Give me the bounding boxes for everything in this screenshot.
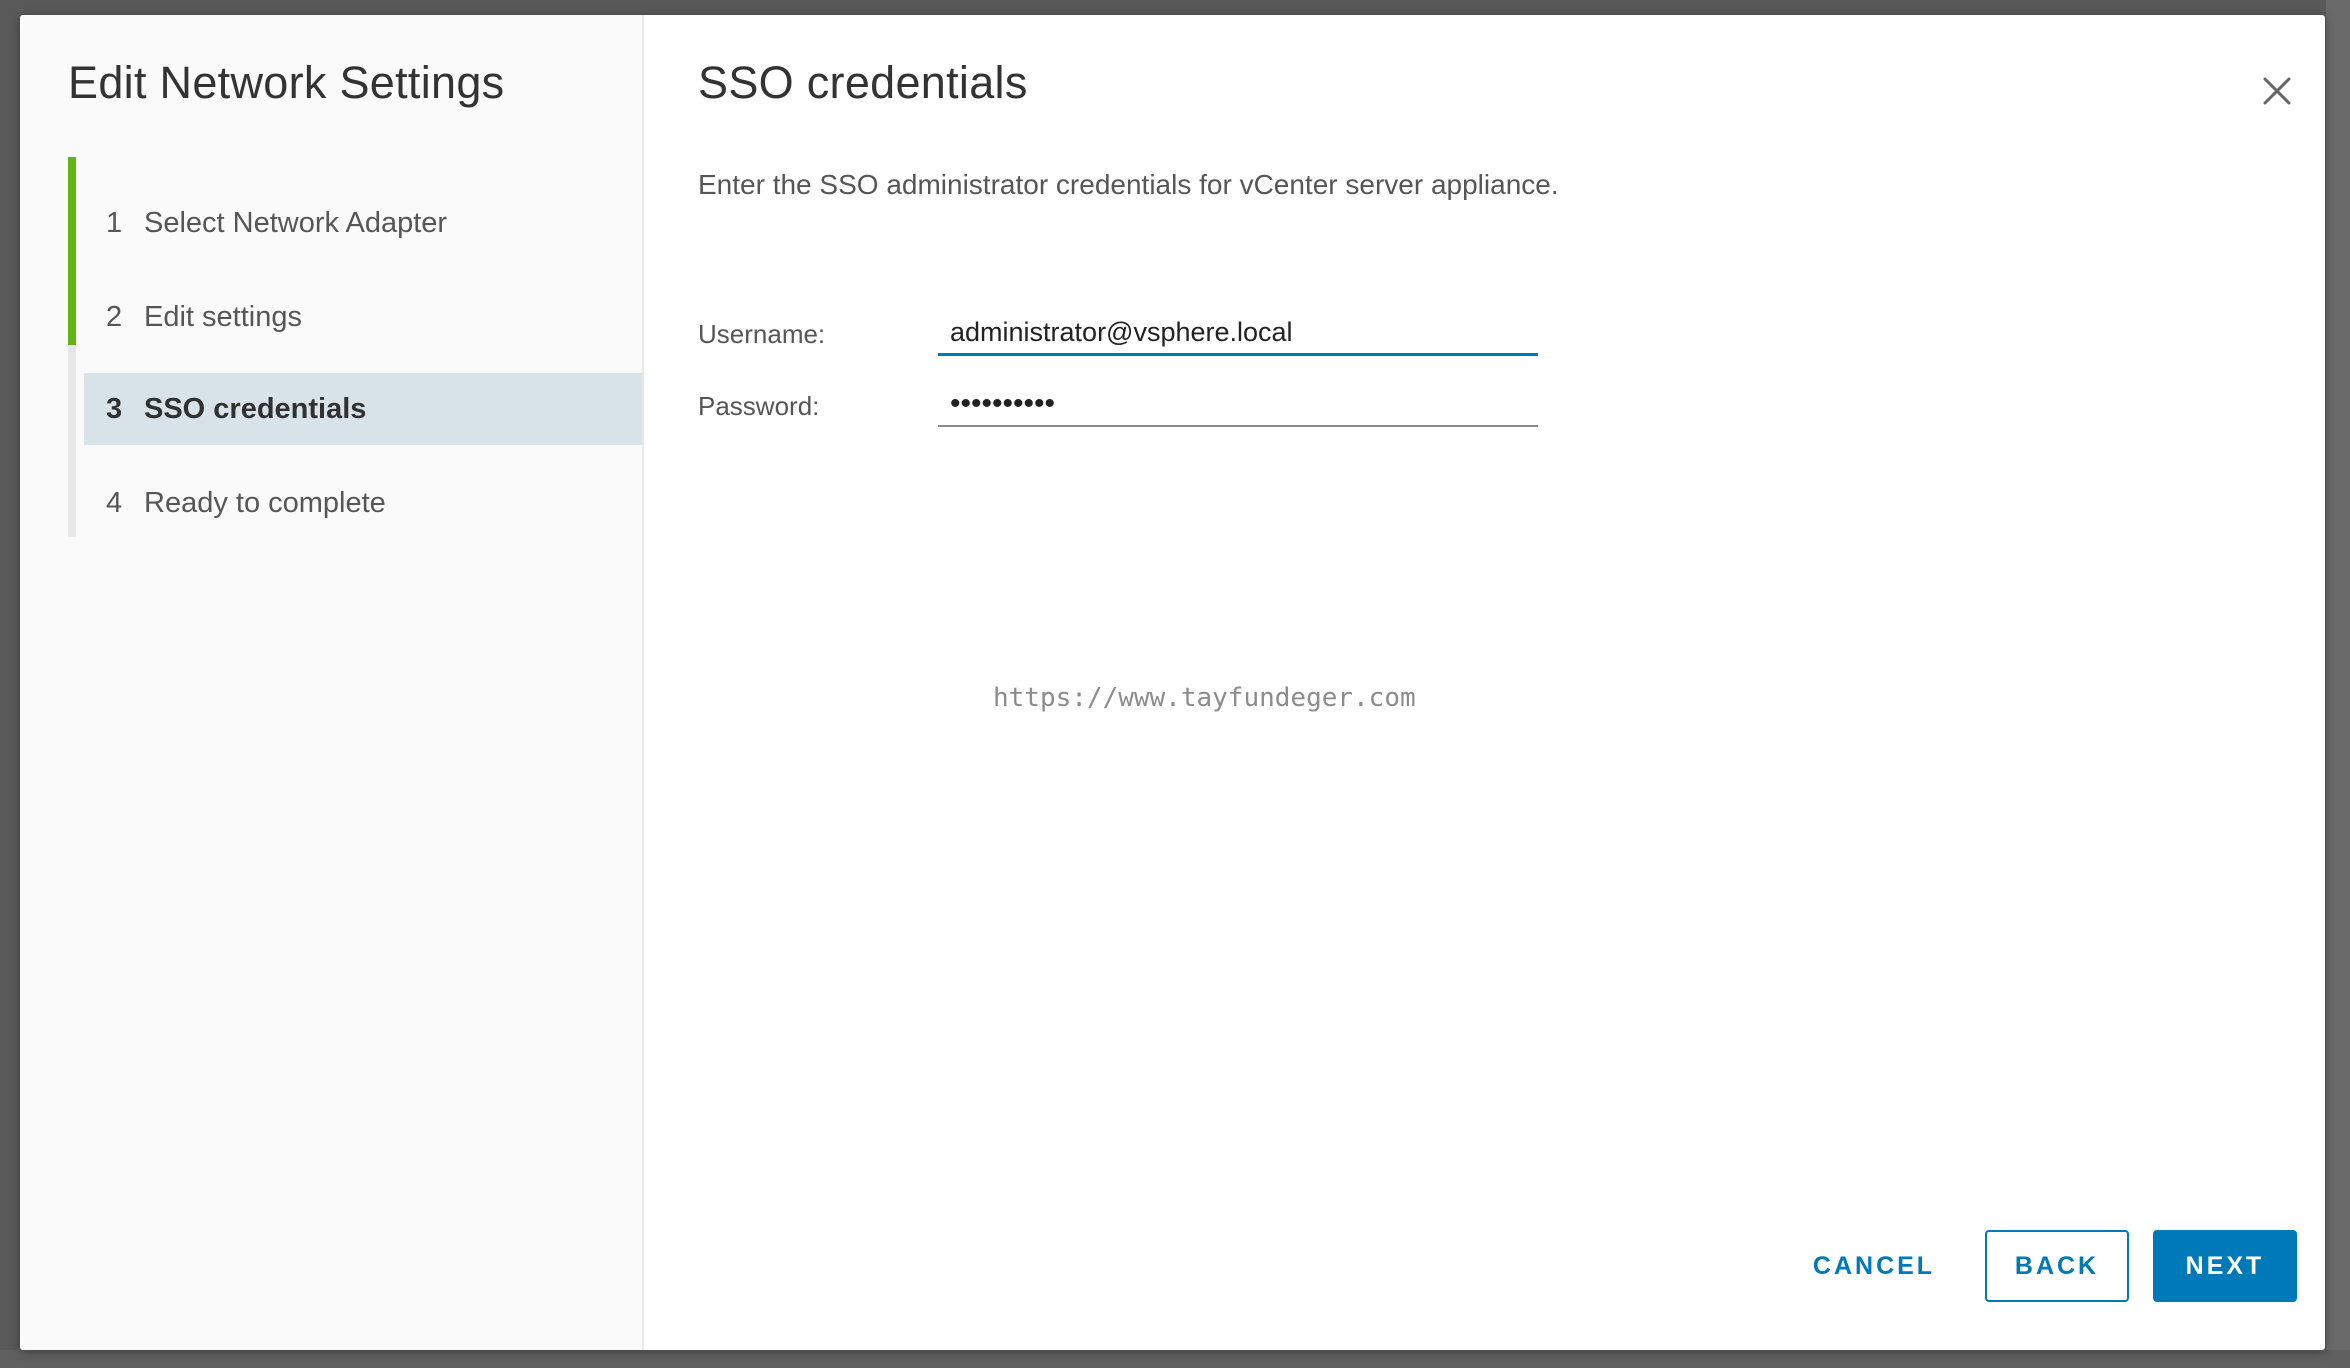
close-icon — [2263, 77, 2291, 105]
wizard-sidebar: Edit Network Settings 1 Select Network A… — [20, 15, 644, 1350]
backdrop-edge-bottom — [0, 1350, 2350, 1368]
step-sso-credentials[interactable]: 3 SSO credentials — [84, 373, 642, 445]
password-row: Password: •••••••••• — [698, 377, 1598, 437]
close-button[interactable] — [2257, 71, 2297, 111]
page-description: Enter the SSO administrator credentials … — [698, 169, 1559, 200]
step-progress-completed — [68, 157, 76, 345]
step-edit-settings[interactable]: 2 Edit settings — [84, 281, 642, 353]
page-title: SSO credentials — [698, 57, 1028, 108]
next-button[interactable]: NEXT — [2153, 1230, 2297, 1302]
username-input[interactable] — [938, 305, 1538, 353]
step-label: Select Network Adapter — [144, 206, 448, 239]
wizard-title: Edit Network Settings — [68, 57, 505, 108]
wizard-content: SSO credentials Enter the SSO administra… — [644, 15, 2325, 1350]
step-number: 4 — [106, 486, 123, 519]
step-label: Edit settings — [144, 300, 302, 333]
username-label: Username: — [698, 319, 826, 349]
watermark-text: https://www.tayfundeger.com — [993, 683, 1416, 713]
step-number: 1 — [106, 206, 123, 239]
backdrop-edge-right — [2326, 0, 2350, 1368]
edit-network-settings-dialog: Edit Network Settings 1 Select Network A… — [20, 15, 2325, 1350]
step-label: Ready to complete — [144, 486, 386, 519]
step-ready-to-complete[interactable]: 4 Ready to complete — [84, 467, 642, 539]
cancel-button[interactable]: CANCEL — [1799, 1230, 1949, 1302]
back-button[interactable]: BACK — [1985, 1230, 2129, 1302]
wizard-steps: 1 Select Network Adapter 2 Edit settings… — [68, 157, 642, 537]
step-number: 2 — [106, 300, 123, 333]
username-row: Username: — [698, 305, 1598, 365]
step-label: SSO credentials — [144, 392, 367, 425]
password-masked-value: •••••••••• — [950, 387, 1056, 420]
password-input[interactable]: •••••••••• — [938, 377, 1538, 425]
password-label: Password: — [698, 391, 820, 421]
step-select-network-adapter[interactable]: 1 Select Network Adapter — [84, 187, 642, 259]
step-number: 3 — [106, 392, 123, 425]
password-input-underline — [938, 425, 1538, 427]
username-input-underline — [938, 353, 1538, 356]
